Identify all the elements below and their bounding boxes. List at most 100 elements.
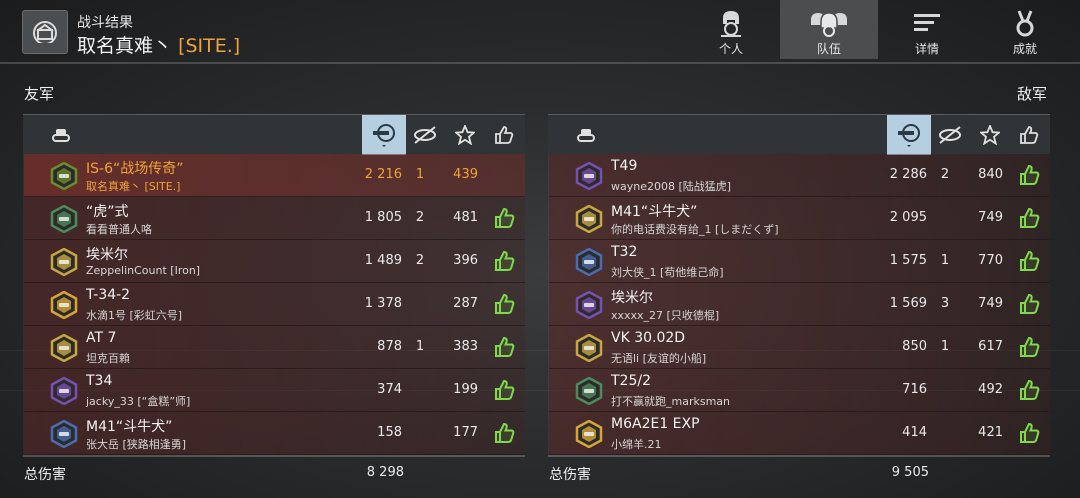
like-player-button[interactable] (493, 378, 515, 402)
tank-class-emblem-icon (575, 420, 603, 448)
table-row[interactable]: T32 刘大侠_1 [苟他维己命] 1 575 1 770 (549, 240, 1050, 283)
tab-personal[interactable]: 个人 (682, 0, 780, 59)
kills-icon (414, 126, 436, 144)
like-player-button[interactable] (493, 206, 515, 230)
table-row[interactable]: 埃米尔 ZeppelinCount [Iron] 1 489 2 396 (24, 240, 525, 283)
table-row[interactable]: M41“斗牛犬” 张大岳 [狭路相逢勇] 158 177 (24, 412, 525, 455)
table-row[interactable]: T-34-2 水滴1号 [彩虹六号] 1 378 287 (24, 283, 525, 326)
tab-achievements[interactable]: 成就 (976, 0, 1074, 59)
damage-value: 158 (377, 425, 402, 440)
tank-class-emblem-icon (50, 377, 78, 405)
tank-class-emblem-icon (50, 420, 78, 448)
player-name: 小绵羊.21 (611, 438, 662, 451)
garage-home-button[interactable] (22, 10, 68, 54)
player-name: 坦克百賴 (86, 352, 130, 365)
table-row[interactable]: T25/2 打不赢就跑_marksman 716 492 (549, 369, 1050, 412)
tank-column-header[interactable] (47, 115, 75, 155)
exp-value: 439 (453, 167, 478, 182)
exp-value: 749 (978, 210, 1003, 225)
tank-icon (52, 129, 70, 142)
table-row[interactable]: M41“斗牛犬” 你的电话费没有给_1 [しまだくず] 2 095 749 (549, 197, 1050, 240)
enemies-rows: T49 wayne2008 [陆战猛虎] 2 286 2 840 M41“斗牛犬” 你的电话… (548, 154, 1050, 455)
page-title: 取名真难丶 [SITE.] (77, 31, 240, 58)
list-icon (914, 14, 940, 31)
table-row[interactable]: “虎”式 看看普通人咯 1 805 2 481 (24, 197, 525, 240)
damage-column-header[interactable] (362, 115, 406, 155)
allies-table-header (23, 114, 525, 155)
tank-column-header[interactable] (572, 115, 600, 155)
tank-name: “虎”式 (86, 204, 129, 220)
table-row[interactable]: M6A2E1 EXP 小绵羊.21 414 421 (549, 412, 1050, 455)
exp-value: 177 (453, 425, 478, 440)
tab-team[interactable]: 队伍 (780, 0, 878, 59)
like-player-button[interactable] (493, 249, 515, 273)
damage-value: 1 569 (889, 296, 927, 311)
exp-value: 840 (978, 167, 1003, 182)
enemies-total-damage: 9 505 (891, 465, 929, 480)
tank-name: T-34-2 (86, 287, 131, 303)
tank-name: M6A2E1 EXP (611, 416, 700, 432)
like-player-button[interactable] (1018, 292, 1040, 316)
player-name: 取名真难丶 (77, 35, 173, 57)
tank-class-emblem-icon (50, 248, 78, 276)
player-name: ZeppelinCount [Iron] (86, 264, 201, 277)
damage-value: 1 805 (364, 210, 402, 225)
exp-value: 749 (978, 296, 1003, 311)
damage-value: 850 (902, 339, 927, 354)
damage-column-header[interactable] (887, 115, 931, 155)
enemies-bottom-divider (548, 455, 1050, 457)
kills-value: 2 (940, 167, 950, 182)
table-row[interactable]: 埃米尔 xxxxx_27 [只收德棍] 1 569 3 749 (549, 283, 1050, 326)
table-row[interactable]: IS-6“战场传奇” 取名真难丶 [SITE.] 2 216 1 439 (24, 154, 525, 197)
garage-icon (33, 21, 57, 43)
kills-value: 3 (940, 296, 950, 311)
exp-column-header[interactable] (972, 115, 1008, 155)
like-player-button[interactable] (493, 335, 515, 359)
exp-value: 199 (453, 382, 478, 397)
damage-value: 1 378 (364, 296, 402, 311)
like-player-button[interactable] (1018, 206, 1040, 230)
star-icon (455, 125, 475, 145)
damage-value: 2 095 (889, 210, 927, 225)
table-row[interactable]: AT 7 坦克百賴 878 1 383 (24, 326, 525, 369)
player-name: 张大岳 [狭路相逢勇] (86, 438, 187, 451)
helmet-icon (721, 11, 741, 37)
table-row[interactable]: T34 jacky_33 [“盒糕”师] 374 199 (24, 369, 525, 412)
like-player-button[interactable] (1018, 421, 1040, 445)
tank-name: IS-6“战场传奇” (86, 161, 184, 177)
exp-value: 481 (453, 210, 478, 225)
tab-personal-label: 个人 (718, 42, 743, 56)
player-name: 你的电话费没有给_1 [しまだくず] (611, 223, 779, 236)
exp-column-header[interactable] (447, 115, 483, 155)
enemies-table-header (548, 114, 1050, 155)
like-player-button[interactable] (1018, 378, 1040, 402)
player-name: jacky_33 [“盒糕”师] (86, 395, 191, 408)
allies-total-damage: 8 298 (366, 465, 404, 480)
tank-class-emblem-icon (575, 205, 603, 233)
like-column-header[interactable] (1014, 115, 1044, 155)
table-row[interactable]: T49 wayne2008 [陆战猛虎] 2 286 2 840 (549, 154, 1050, 197)
result-tabs: 个人 队伍 详情 成就 (682, 0, 1074, 62)
tab-details[interactable]: 详情 (878, 0, 976, 59)
allies-bottom-divider (23, 455, 525, 457)
player-name: 水滴1号 [彩虹六号] (86, 309, 183, 322)
like-column-header[interactable] (489, 115, 519, 155)
exp-value: 492 (978, 382, 1003, 397)
like-player-button[interactable] (1018, 163, 1040, 187)
allies-label: 友军 (24, 85, 55, 103)
tank-name: T49 (611, 158, 638, 174)
table-row[interactable]: VK 30.02D 无语li [友谊的小船] 850 1 617 (549, 326, 1050, 369)
like-player-button[interactable] (1018, 249, 1040, 273)
like-player-button[interactable] (493, 421, 515, 445)
page-subtitle: 战斗结果 (77, 15, 133, 31)
like-player-button[interactable] (1018, 335, 1040, 359)
like-player-button[interactable] (493, 292, 515, 316)
allies-rows: IS-6“战场传奇” 取名真难丶 [SITE.] 2 216 1 439 “虎”式 看看普通… (23, 154, 525, 455)
tank-class-emblem-icon (50, 205, 78, 233)
kills-column-header[interactable] (932, 115, 968, 155)
kills-column-header[interactable] (407, 115, 443, 155)
exp-value: 421 (978, 425, 1003, 440)
damage-icon (373, 124, 395, 147)
medal-icon (1016, 10, 1034, 37)
exp-value: 617 (978, 339, 1003, 354)
